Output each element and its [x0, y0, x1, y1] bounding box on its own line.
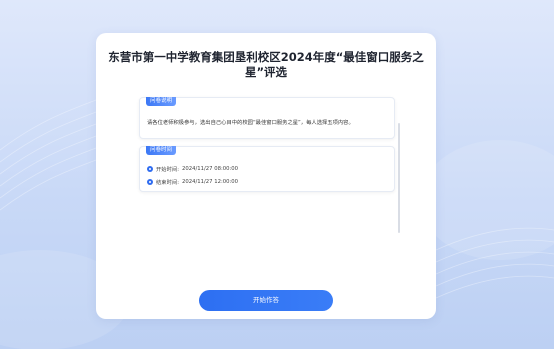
description-tag: 问卷说明 [146, 97, 177, 106]
end-time-row: 结束时间: 2024/11/27 12:00:00 [147, 178, 238, 186]
survey-card: 东营市第一中学教育集团垦利校区2024年度“最佳窗口服务之星”评选 问卷说明 请… [96, 33, 436, 319]
description-text: 请各位老师积极参与，选出自己心目中的校园“最佳窗口服务之星”，每人选择五项内容。 [147, 120, 354, 126]
clock-icon [147, 179, 153, 185]
description-section: 问卷说明 请各位老师积极参与，选出自己心目中的校园“最佳窗口服务之星”，每人选择… [139, 97, 395, 139]
start-time-label: 开始时间: [156, 167, 179, 173]
survey-title: 东营市第一中学教育集团垦利校区2024年度“最佳窗口服务之星”评选 [108, 50, 424, 79]
end-time-value: 2024/11/27 12:00:00 [181, 179, 238, 185]
time-tag: 问卷时间 [146, 146, 177, 155]
clock-icon [147, 166, 153, 172]
start-answer-button[interactable]: 开始作答 [199, 290, 333, 311]
end-time-label: 结束时间: [156, 180, 179, 186]
scrollbar[interactable] [398, 123, 400, 233]
start-time-row: 开始时间: 2024/11/27 08:00:00 [147, 165, 238, 173]
start-time-value: 2024/11/27 08:00:00 [181, 166, 238, 172]
time-section: 问卷时间 开始时间: 2024/11/27 08:00:00 结束时间: 202… [139, 146, 395, 192]
